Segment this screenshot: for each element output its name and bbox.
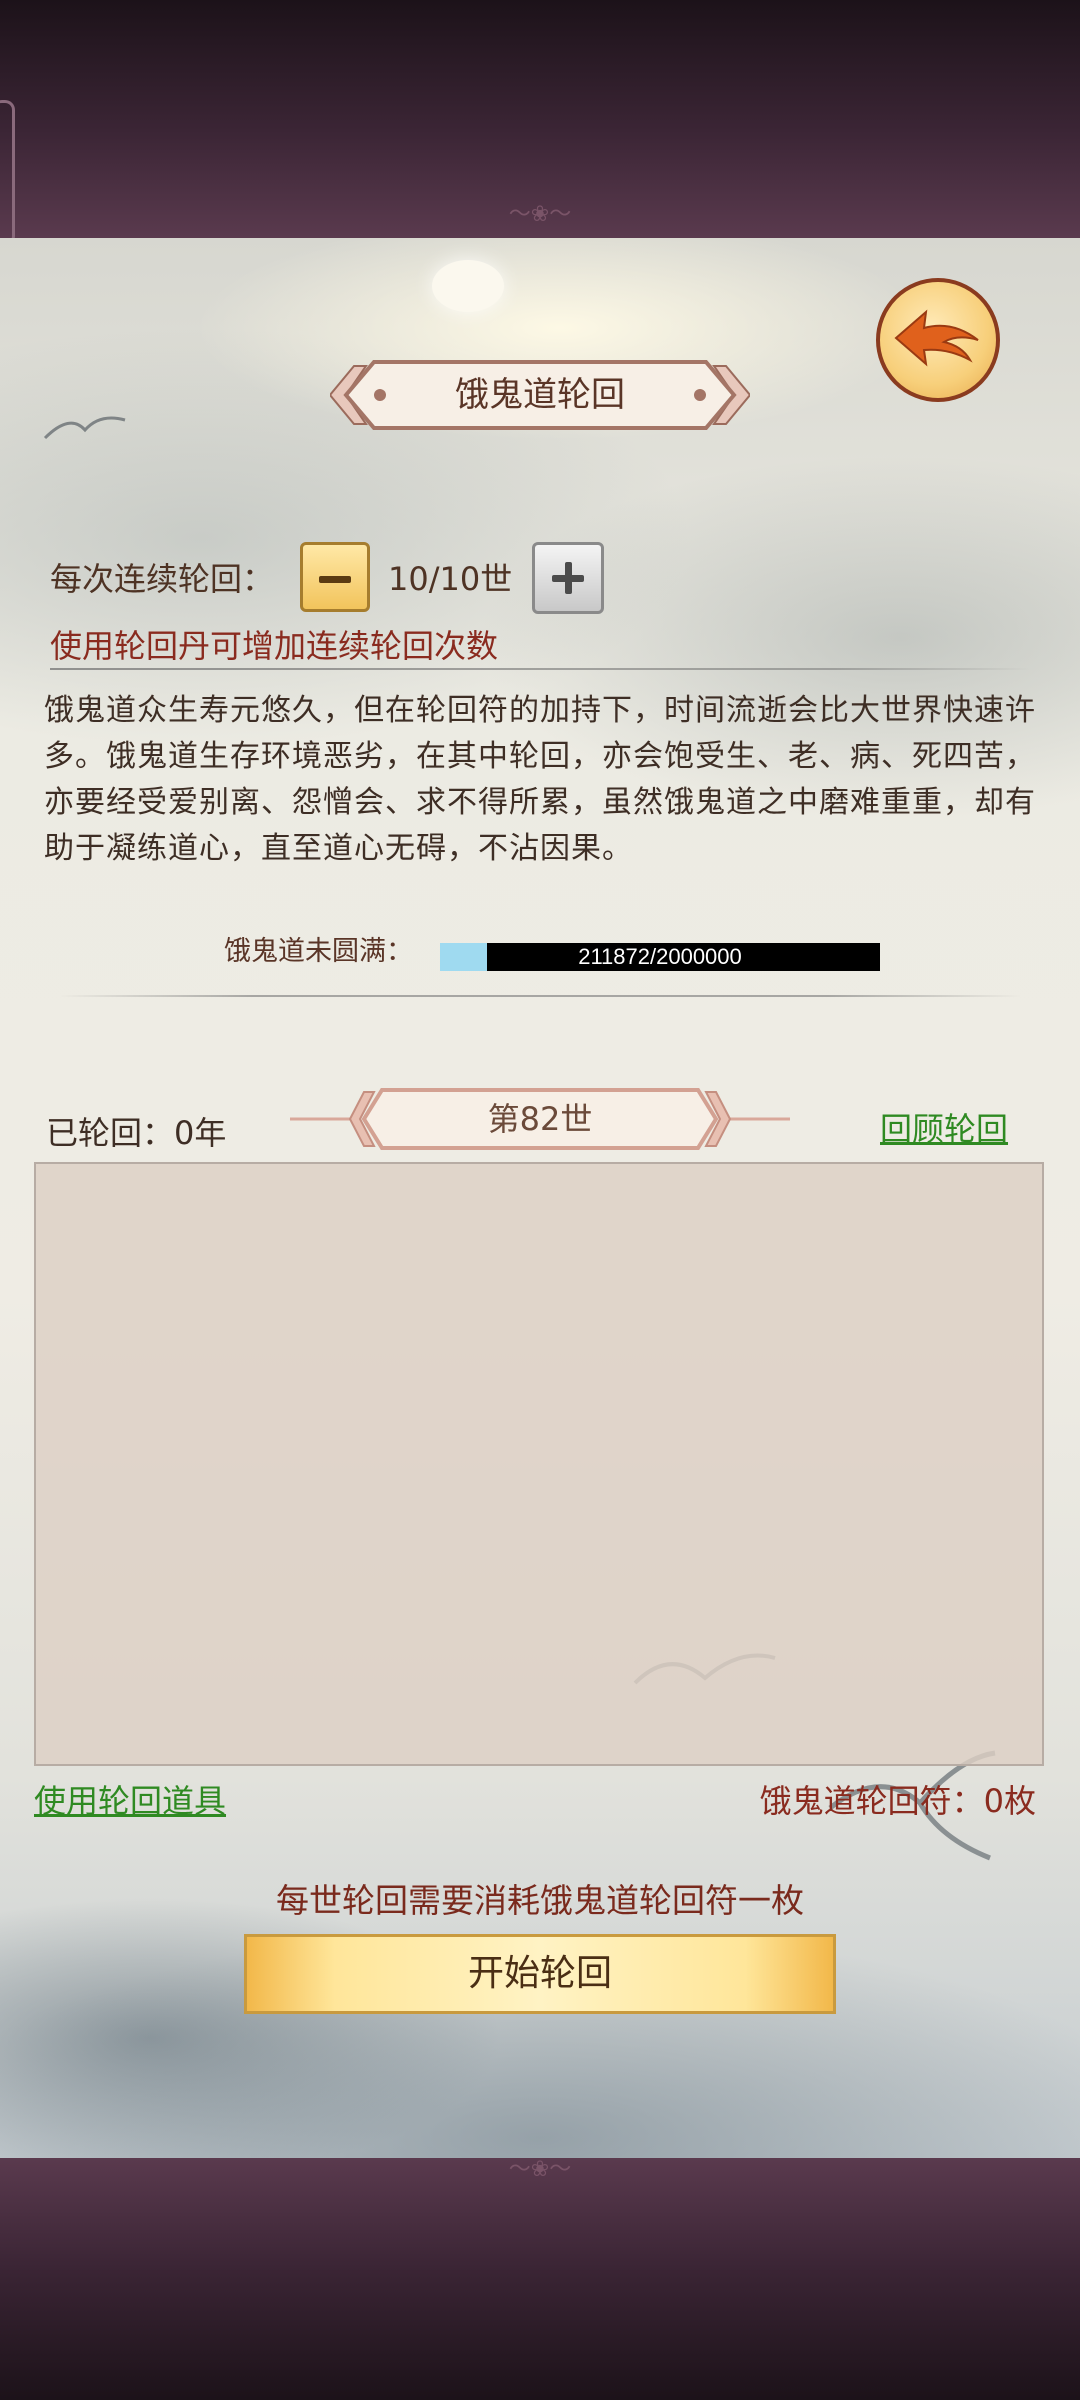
generation-label: 第82世 [487, 1100, 593, 1138]
cycle-log-panel[interactable] [34, 1162, 1044, 1766]
talisman-count: 饿鬼道轮回符：0枚 [759, 1782, 1036, 1820]
cycled-years: 已轮回：0年 [46, 1114, 227, 1152]
review-cycle-link[interactable]: 回顾轮回 [880, 1106, 1008, 1152]
generation-plate: 第82世 [290, 1084, 790, 1154]
decrease-button[interactable] [300, 542, 370, 612]
continuous-hint: 使用轮回丹可增加连续轮回次数 [50, 627, 499, 665]
main-panel: 饿鬼道轮回 每次连续轮回： 10/10世 使用轮回丹可增加连续轮回次数 饿鬼道众… [0, 238, 1080, 2158]
title-plate: 饿鬼道轮回 [330, 356, 750, 434]
start-cycle-button[interactable]: 开始轮回 [244, 1934, 836, 2014]
bottom-ornament: 〜❀〜 [508, 2157, 572, 2182]
moon-decoration [432, 260, 504, 312]
progress-bar: 211872/2000000 [440, 943, 880, 971]
top-ornament: 〜❀〜 [508, 202, 572, 227]
crane-icon [43, 416, 126, 440]
back-arrow-icon [894, 309, 979, 367]
back-button[interactable] [876, 278, 1000, 402]
start-cycle-label: 开始轮回 [467, 1953, 612, 1994]
progress-label: 饿鬼道未圆满： [224, 936, 413, 967]
cost-hint: 每世轮回需要消耗饿鬼道轮回符一枚 [276, 1881, 804, 1920]
divider [60, 995, 1020, 997]
progress-text: 211872/2000000 [578, 944, 742, 969]
increase-button[interactable] [532, 542, 604, 614]
continuous-count: 10/10世 [388, 560, 513, 598]
side-tab [0, 100, 15, 246]
use-item-link[interactable]: 使用轮回道具 [34, 1778, 226, 1824]
minus-icon [319, 576, 351, 583]
realm-description: 饿鬼道众生寿元悠久，但在轮回符的加持下，时间流逝会比大世界快速许多。饿鬼道生存环… [44, 693, 1036, 866]
page-title: 饿鬼道轮回 [455, 375, 625, 415]
continuous-label: 每次连续轮回： [50, 560, 275, 598]
divider [50, 668, 1030, 670]
bottom-frame-band [0, 2158, 1080, 2400]
